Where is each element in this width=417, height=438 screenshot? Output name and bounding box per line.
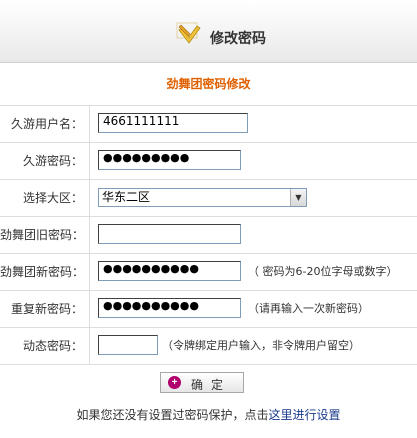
footer-note: 如果您还没有设置过密码保护，点击这里进行设置 bbox=[0, 406, 417, 423]
repeat-password-row: 重复新密码： ●●●●●●●●●● （请再输入一次新密码） bbox=[0, 291, 417, 328]
new-password-row: 劲舞团新密码： ●●●●●●●●●● （ 密码为6-20位字母或数字） bbox=[0, 254, 417, 291]
old-password-label: 劲舞团旧密码： bbox=[0, 217, 90, 253]
new-password-label: 劲舞团新密码： bbox=[0, 254, 90, 290]
confirm-button[interactable]: + 确定 bbox=[160, 372, 244, 393]
setup-link[interactable]: 这里进行设置 bbox=[269, 408, 341, 422]
footer-text: 如果您还没有设置过密码保护，点击 bbox=[76, 408, 269, 422]
username-input[interactable]: 4661111111 bbox=[98, 113, 248, 133]
dynamic-password-label: 动态密码： bbox=[0, 328, 90, 364]
chevron-down-icon[interactable]: ▼ bbox=[290, 189, 306, 206]
password-label: 久游密码： bbox=[0, 143, 90, 179]
username-row: 久游用户名： 4661111111 bbox=[0, 106, 417, 143]
new-password-input[interactable]: ●●●●●●●●●● bbox=[98, 261, 241, 281]
page-header: 修改密码 bbox=[0, 0, 417, 63]
dynamic-password-row: 动态密码： （令牌绑定用户输入，非令牌用户留空） bbox=[0, 328, 417, 365]
username-label: 久游用户名： bbox=[0, 106, 90, 142]
repeat-password-input[interactable]: ●●●●●●●●●● bbox=[98, 298, 241, 318]
region-select[interactable]: 华东二区 ▼ bbox=[98, 188, 307, 207]
region-label: 选择大区： bbox=[0, 180, 90, 216]
password-input[interactable]: ●●●●●●●●● bbox=[98, 150, 241, 170]
region-selected-value: 华东二区 bbox=[102, 190, 151, 204]
plus-circle-icon: + bbox=[168, 376, 181, 389]
old-password-input[interactable] bbox=[98, 224, 241, 244]
new-password-hint: （ 密码为6-20位字母或数字） bbox=[248, 265, 398, 278]
submit-row: + 确定 bbox=[0, 365, 417, 401]
page-title: 修改密码 bbox=[210, 31, 266, 47]
repeat-password-hint: （请再输入一次新密码） bbox=[248, 302, 369, 315]
dynamic-password-input[interactable] bbox=[98, 335, 158, 355]
old-password-row: 劲舞团旧密码： bbox=[0, 217, 417, 254]
repeat-password-label: 重复新密码： bbox=[0, 291, 90, 327]
region-row: 选择大区： 华东二区 ▼ bbox=[0, 180, 417, 217]
edit-pencil-icon bbox=[176, 22, 201, 44]
form-subtitle: 劲舞团密码修改 bbox=[166, 77, 251, 91]
confirm-button-label: 确定 bbox=[191, 378, 232, 392]
password-row: 久游密码： ●●●●●●●●● bbox=[0, 143, 417, 180]
dynamic-password-hint: （令牌绑定用户输入，非令牌用户留空） bbox=[162, 339, 360, 352]
password-change-form: 久游用户名： 4661111111 久游密码： ●●●●●●●●● 选择大区： … bbox=[0, 105, 417, 401]
